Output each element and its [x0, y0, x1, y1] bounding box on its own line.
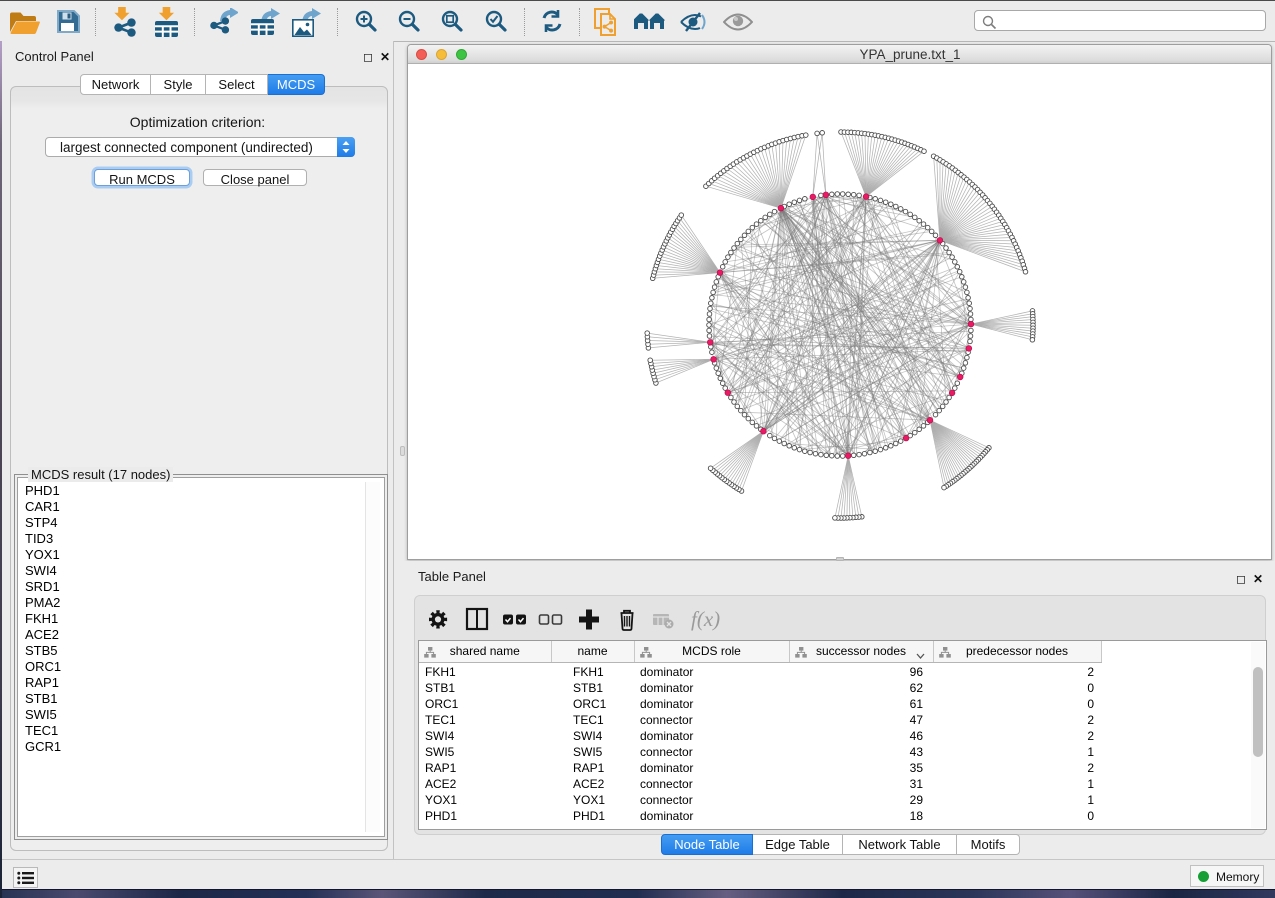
svg-text:f(x): f(x) [691, 607, 720, 631]
